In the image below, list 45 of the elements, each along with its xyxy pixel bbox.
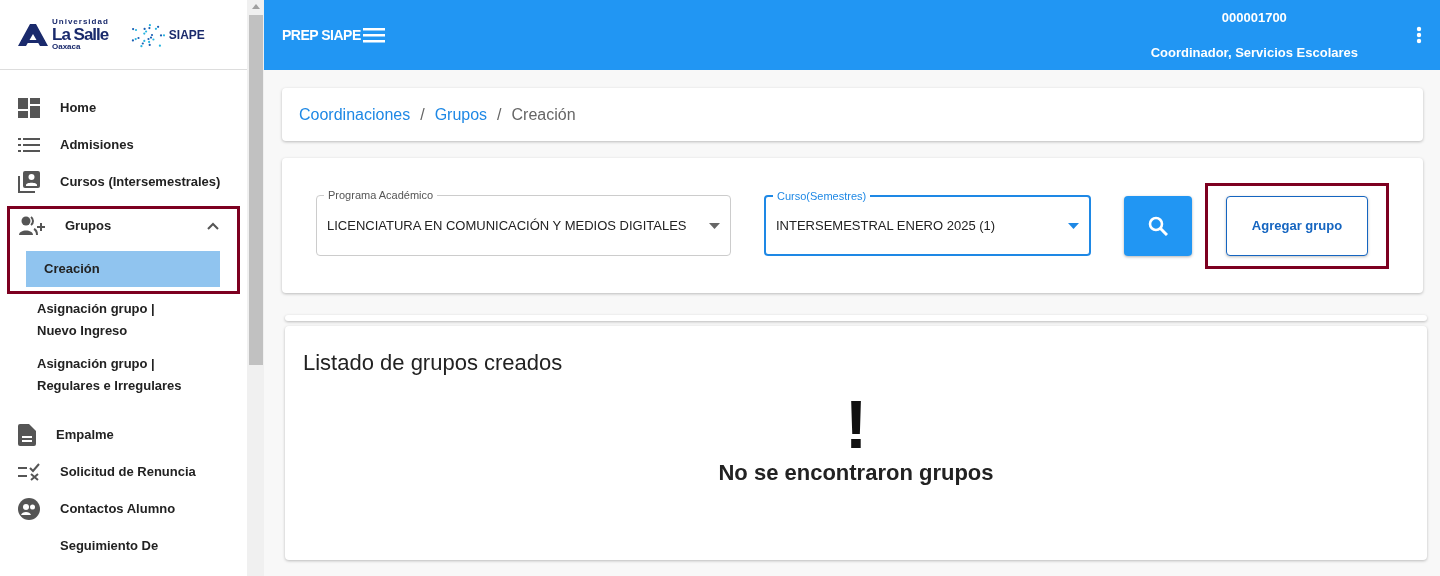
dashboard-icon <box>18 97 40 118</box>
breadcrumb-link[interactable]: Grupos <box>434 102 488 127</box>
sidebar-item[interactable]: Empalme <box>0 416 247 454</box>
empty-message: No se encontraron grupos <box>718 459 994 488</box>
breadcrumb-current: Creación <box>511 104 576 125</box>
scrollbar[interactable] <box>247 0 264 576</box>
search-button[interactable] <box>1123 195 1192 256</box>
field-value: INTERSEMESTRAL ENERO 2025 (1) <box>776 216 996 235</box>
sidebar-item[interactable]: Seguimiento De <box>0 527 247 565</box>
breadcrumb-separator: / <box>497 104 502 125</box>
checklist-icon <box>18 463 40 481</box>
search-icon <box>1147 215 1168 236</box>
sidebar-subitem[interactable]: Asignación grupo | Regulares e Irregulares <box>0 341 247 397</box>
people-icon <box>18 498 40 520</box>
breadcrumb-link[interactable]: Coordinaciones <box>299 102 411 127</box>
menu-icon[interactable] <box>362 27 385 43</box>
field-label: Curso(Semestres) <box>773 189 871 203</box>
chevron-icon <box>207 222 219 230</box>
university-logo: Universidad La Salle Oaxaca <box>18 18 109 51</box>
field-label: Programa Académico <box>324 188 438 202</box>
add-user-icon <box>19 216 45 236</box>
exclamation-icon: ! <box>844 390 868 459</box>
dropdown-caret-icon <box>1067 222 1079 229</box>
contact-card-icon <box>18 170 40 193</box>
app-title: PREP SIAPE <box>282 25 361 45</box>
sidebar-group[interactable]: Grupos <box>10 209 237 243</box>
user-id: 000001700 <box>1220 9 1288 27</box>
sidebar-subitem[interactable]: Creación <box>26 251 220 287</box>
sidebar-subitem[interactable]: Asignación grupo | Nuevo Ingreso <box>0 293 247 342</box>
section-title: Listado de grupos creados <box>303 350 564 377</box>
breadcrumb-separator: / <box>420 104 425 125</box>
scroll-up-arrow-icon[interactable] <box>251 4 260 9</box>
sidebar-item[interactable]: Contactos Alumno <box>0 490 247 528</box>
list-icon <box>18 137 40 152</box>
siape-logo: SIAPE <box>130 17 205 52</box>
more-options-icon[interactable] <box>1416 26 1422 44</box>
add-group-button[interactable]: Agregar grupo <box>1226 195 1368 256</box>
dropdown-caret-icon <box>709 222 720 229</box>
field-value: LICENCIATURA EN COMUNICACIÓN Y MEDIOS DIGITALES <box>327 216 687 235</box>
sidebar-item[interactable]: Solicitud de Renuncia <box>0 453 247 491</box>
sidebar-item[interactable]: Admisiones <box>0 126 247 163</box>
user-role: Coordinador, Servicios Escolares <box>1150 44 1358 62</box>
document-icon <box>18 424 36 446</box>
sidebar-item[interactable]: Home <box>0 89 247 126</box>
sidebar-item[interactable]: Cursos (Intersemestrales) <box>0 163 247 200</box>
